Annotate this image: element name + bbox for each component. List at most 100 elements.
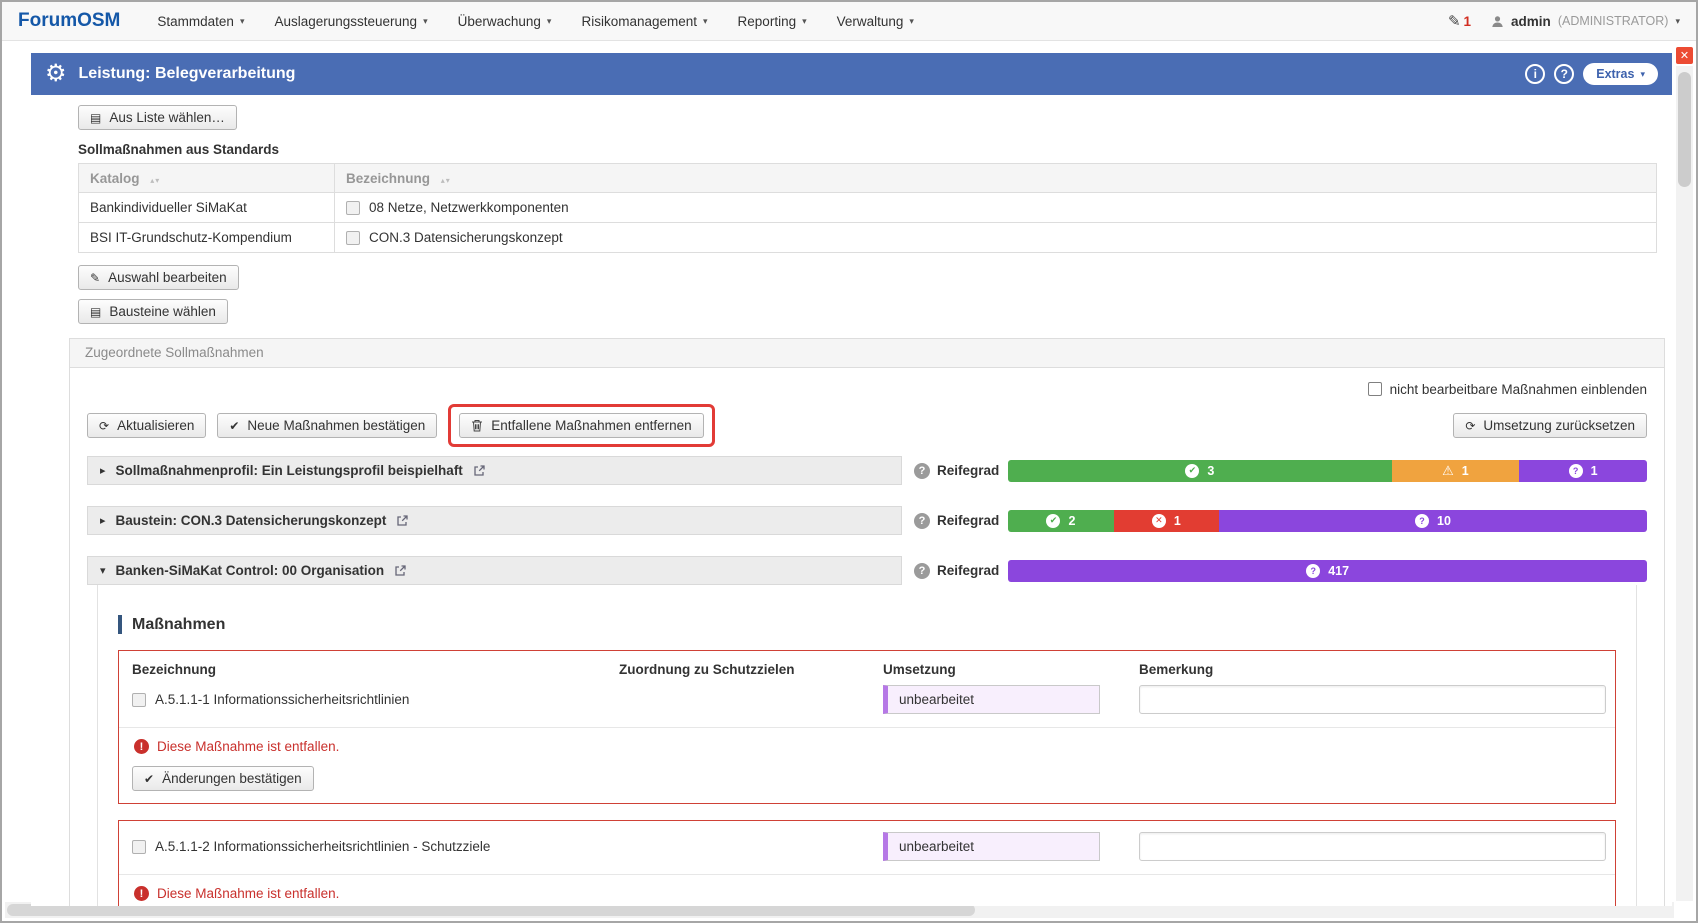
group-expanded-body: Maßnahmen Bezeichnung Zuordnung zu Schut… [97, 585, 1637, 906]
check-icon: ✔ [1185, 464, 1199, 478]
maturity-label: Reifegrad [937, 513, 999, 528]
check-icon: ✔ [229, 420, 239, 432]
chevron-down-icon: ▾ [909, 16, 914, 27]
measure-checkbox[interactable] [132, 693, 146, 707]
question-icon: ? [914, 563, 930, 579]
col-bemerkung: Bemerkung [1139, 662, 1602, 677]
maturity-bar: ✔ 3 ⚠ 1 ? 1 [1008, 460, 1647, 482]
exclamation-icon: ! [134, 886, 149, 901]
page-content: ▤ Aus Liste wählen… Sollmaßnahmen aus St… [31, 95, 1672, 906]
section-title-text: Maßnahmen [132, 616, 225, 634]
extras-button[interactable]: Extras ▾ [1583, 63, 1658, 85]
confirm-changes-button[interactable]: ✔ Änderungen bestätigen [132, 766, 314, 791]
segment-count: 10 [1437, 514, 1451, 528]
external-link-icon[interactable] [473, 464, 486, 477]
close-icon: ✕ [1680, 49, 1689, 62]
menu-verwaltung[interactable]: Verwaltung ▾ [822, 2, 929, 40]
measure-card: Bezeichnung Zuordnung zu Schutzzielen Um… [118, 650, 1616, 804]
remove-dropped-measures-button[interactable]: Entfallene Maßnahmen entfernen [459, 413, 703, 438]
user-menu[interactable]: admin (ADMINISTRATOR) ▾ [1491, 14, 1680, 29]
sort-icons[interactable]: ▴▾ [441, 176, 451, 185]
question-icon: ? [1306, 564, 1320, 578]
button-label: Neue Maßnahmen bestätigen [247, 418, 425, 433]
pencil-icon: ✎ [90, 272, 100, 284]
chevron-down-icon: ▾ [703, 16, 708, 27]
maturity-label: Reifegrad [937, 463, 999, 478]
help-button[interactable]: ? [1554, 64, 1574, 84]
menu-auslagerungssteuerung[interactable]: Auslagerungssteuerung ▾ [259, 2, 442, 40]
group-header[interactable]: ▸ Baustein: CON.3 Datensicherungskonzept [87, 506, 902, 535]
page-title: Leistung: Belegverarbeitung [79, 65, 296, 83]
close-button[interactable]: ✕ [1676, 47, 1693, 64]
chevron-down-icon: ▾ [100, 564, 106, 577]
reset-implementation-button[interactable]: ⟳ Umsetzung zurücksetzen [1453, 413, 1647, 438]
external-link-icon[interactable] [396, 514, 409, 527]
umsetzung-select[interactable]: unbearbeitet [883, 832, 1100, 861]
standards-table: Katalog ▴▾ Bezeichnung ▴▾ Bankindividuel… [78, 163, 1657, 253]
column-header-katalog[interactable]: Katalog ▴▾ [79, 164, 335, 193]
column-header-bezeichnung[interactable]: Bezeichnung ▴▾ [335, 164, 1657, 193]
page-header-actions: i ? Extras ▾ [1525, 63, 1658, 85]
measure-row: A.5.1.1-1 Informationssicherheitsrichtli… [132, 685, 1602, 714]
menu-label: Verwaltung [837, 14, 904, 29]
help-icon: ? [1561, 67, 1568, 81]
menu-reporting[interactable]: Reporting ▾ [723, 2, 822, 40]
sort-icons[interactable]: ▴▾ [150, 176, 160, 185]
annotation-highlight: Entfallene Maßnahmen entfernen [448, 404, 714, 447]
chevron-down-icon: ▾ [547, 16, 552, 27]
pending-changes-indicator[interactable]: ✎ 1 [1448, 12, 1471, 30]
bar-segment-open: ? 10 [1219, 510, 1647, 532]
maturity-label: Reifegrad [937, 563, 999, 578]
measure-group-profil: ▸ Sollmaßnahmenprofil: Ein Leistungsprof… [87, 456, 1647, 485]
bemerkung-input[interactable] [1139, 832, 1606, 861]
vertical-scrollbar-thumb[interactable] [1678, 72, 1691, 187]
pending-changes-count: 1 [1464, 14, 1472, 29]
menu-ueberwachung[interactable]: Überwachung ▾ [443, 2, 567, 40]
external-link-icon[interactable] [394, 564, 407, 577]
list-icon: ▤ [90, 112, 101, 124]
panel-body: nicht bearbeitbare Maßnahmen einblenden … [70, 368, 1664, 906]
vertical-scrollbar[interactable] [1676, 66, 1693, 901]
measure-warning: ! Diese Maßnahme ist entfallen. [132, 728, 1602, 766]
bezeichnung-cell: 08 Netze, Netzwerkkomponenten [335, 193, 1657, 223]
app-logo: ForumOSM [18, 10, 120, 32]
choose-from-list-button[interactable]: ▤ Aus Liste wählen… [78, 105, 237, 130]
user-role: (ADMINISTRATOR) [1558, 14, 1669, 28]
row-checkbox[interactable] [346, 231, 360, 245]
table-row[interactable]: Bankindividueller SiMaKat 08 Netze, Netz… [79, 193, 1657, 223]
chevron-down-icon: ▾ [423, 16, 428, 27]
bar-segment-open: ? 1 [1519, 460, 1647, 482]
maturity-bar: ✔ 2 ✕ 1 ? 10 [1008, 510, 1647, 532]
measure-checkbox[interactable] [132, 840, 146, 854]
button-label: Umsetzung zurücksetzen [1483, 418, 1635, 433]
group-header[interactable]: ▸ Sollmaßnahmenprofil: Ein Leistungsprof… [87, 456, 902, 485]
umsetzung-value: unbearbeitet [899, 692, 974, 707]
button-label: Aktualisieren [117, 418, 194, 433]
segment-count: 1 [1174, 514, 1181, 528]
refresh-icon: ⟳ [99, 420, 109, 432]
menu-stammdaten[interactable]: Stammdaten ▾ [142, 2, 259, 40]
refresh-button[interactable]: ⟳ Aktualisieren [87, 413, 206, 438]
measures-toolbar: ⟳ Aktualisieren ✔ Neue Maßnahmen bestäti… [87, 412, 1647, 439]
row-checkbox[interactable] [346, 201, 360, 215]
bar-segment-ok: ✔ 2 [1008, 510, 1113, 532]
menu-label: Stammdaten [157, 14, 234, 29]
nav-right-cluster: ✎ 1 admin (ADMINISTRATOR) ▾ [1448, 12, 1680, 30]
info-button[interactable]: i [1525, 64, 1545, 84]
table-row[interactable]: BSI IT-Grundschutz-Kompendium CON.3 Date… [79, 223, 1657, 253]
menu-label: Reporting [738, 14, 797, 29]
menu-risikomanagement[interactable]: Risikomanagement ▾ [566, 2, 722, 40]
confirm-new-measures-button[interactable]: ✔ Neue Maßnahmen bestätigen [217, 413, 437, 438]
maturity-bar: ? 417 [1008, 560, 1647, 582]
group-header[interactable]: ▾ Banken-SiMaKat Control: 00 Organisatio… [87, 556, 902, 585]
show-noneditable-checkbox[interactable] [1368, 382, 1382, 396]
segment-count: 2 [1068, 514, 1075, 528]
bemerkung-input[interactable] [1139, 685, 1606, 714]
edit-selection-button[interactable]: ✎ Auswahl bearbeiten [78, 265, 239, 290]
umsetzung-select[interactable]: unbearbeitet [883, 685, 1100, 714]
bezeichnung-text: CON.3 Datensicherungskonzept [369, 230, 563, 245]
chevron-down-icon: ▾ [240, 16, 245, 27]
assigned-measures-panel: Zugeordnete Sollmaßnahmen nicht bearbeit… [69, 338, 1665, 906]
button-label: Bausteine wählen [109, 304, 216, 319]
choose-modules-button[interactable]: ▤ Bausteine wählen [78, 299, 228, 324]
